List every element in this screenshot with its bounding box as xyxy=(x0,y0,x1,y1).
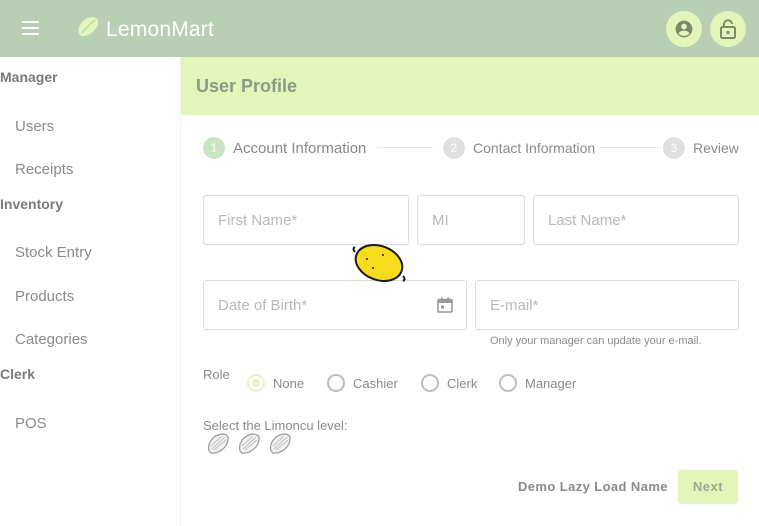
radio-label: Manager xyxy=(525,375,577,391)
role-radio-manager[interactable]: Manager xyxy=(499,374,576,392)
step-connector xyxy=(377,147,433,148)
step-number: 3 xyxy=(663,137,685,159)
app-title[interactable]: LemonMart xyxy=(106,18,214,42)
radio-circle xyxy=(421,374,439,392)
dob-field[interactable] xyxy=(203,280,467,330)
sidebar-item-categories[interactable]: Categories xyxy=(15,331,88,348)
nav-section-inventory: Inventory xyxy=(0,196,64,212)
email-input[interactable] xyxy=(476,281,738,329)
demo-lazy-load-name: Demo Lazy Load Name xyxy=(518,479,668,494)
sidebar-item-pos[interactable]: POS xyxy=(15,415,47,432)
account-button[interactable] xyxy=(666,11,702,47)
step-contact-information[interactable]: 2 Contact Information xyxy=(443,137,595,159)
next-button[interactable]: Next xyxy=(678,470,738,503)
role-radio-clerk[interactable]: Clerk xyxy=(421,374,477,392)
lock-open-icon xyxy=(720,19,736,39)
sidebar-nav: Manager Users Receipts Inventory Stock E… xyxy=(0,57,181,526)
page-title: User Profile xyxy=(196,76,298,96)
logout-button[interactable] xyxy=(710,11,746,47)
lemon-outline-icon[interactable] xyxy=(237,431,262,456)
first-name-input[interactable] xyxy=(204,196,408,244)
sidebar-item-users[interactable]: Users xyxy=(15,118,54,135)
top-toolbar: LemonMart xyxy=(0,0,759,57)
page-header: User Profile xyxy=(181,57,759,115)
email-field[interactable] xyxy=(475,280,739,330)
radio-label: None xyxy=(273,375,305,391)
last-name-input[interactable] xyxy=(534,196,738,244)
radio-label: Clerk xyxy=(447,375,478,391)
sidebar-item-receipts[interactable]: Receipts xyxy=(15,161,73,178)
step-account-information[interactable]: 1 Account Information xyxy=(203,137,366,159)
radio-circle xyxy=(247,374,265,392)
lemon-outline-icon[interactable] xyxy=(206,431,231,456)
calendar-icon[interactable] xyxy=(436,296,454,314)
step-number: 2 xyxy=(443,137,465,159)
radio-label: Cashier xyxy=(353,375,398,391)
step-number: 1 xyxy=(203,137,225,159)
role-label: Role xyxy=(203,367,230,382)
lemon-cursor-icon xyxy=(352,244,406,282)
step-review[interactable]: 3 Review xyxy=(663,137,739,159)
nav-section-manager: Manager xyxy=(0,69,58,85)
mi-field[interactable] xyxy=(417,195,525,245)
lemon-logo-icon xyxy=(78,17,99,37)
email-hint: Only your manager can update your e-mail… xyxy=(490,335,702,347)
role-radio-cashier[interactable]: Cashier xyxy=(327,374,398,392)
step-label: Account Information xyxy=(233,139,367,157)
dob-input[interactable] xyxy=(204,281,466,329)
main-content: User Profile 1 Account Information 2 Con… xyxy=(181,57,759,526)
radio-circle xyxy=(499,374,517,392)
app-root: LemonMart Manager Users Receipts Invento… xyxy=(0,0,759,526)
step-label: Review xyxy=(693,140,739,156)
radio-circle xyxy=(327,374,345,392)
mi-input[interactable] xyxy=(418,196,524,244)
sidebar-item-stock-entry[interactable]: Stock Entry xyxy=(15,244,92,261)
step-label: Contact Information xyxy=(473,140,596,156)
last-name-field[interactable] xyxy=(533,195,739,245)
account-circle-icon xyxy=(675,20,693,38)
menu-icon[interactable] xyxy=(22,16,50,40)
sidebar-item-products[interactable]: Products xyxy=(15,288,74,305)
lemon-outline-icon[interactable] xyxy=(268,431,293,456)
step-connector xyxy=(599,147,661,148)
role-radio-none[interactable]: None xyxy=(247,374,304,392)
nav-section-clerk: Clerk xyxy=(0,366,36,382)
